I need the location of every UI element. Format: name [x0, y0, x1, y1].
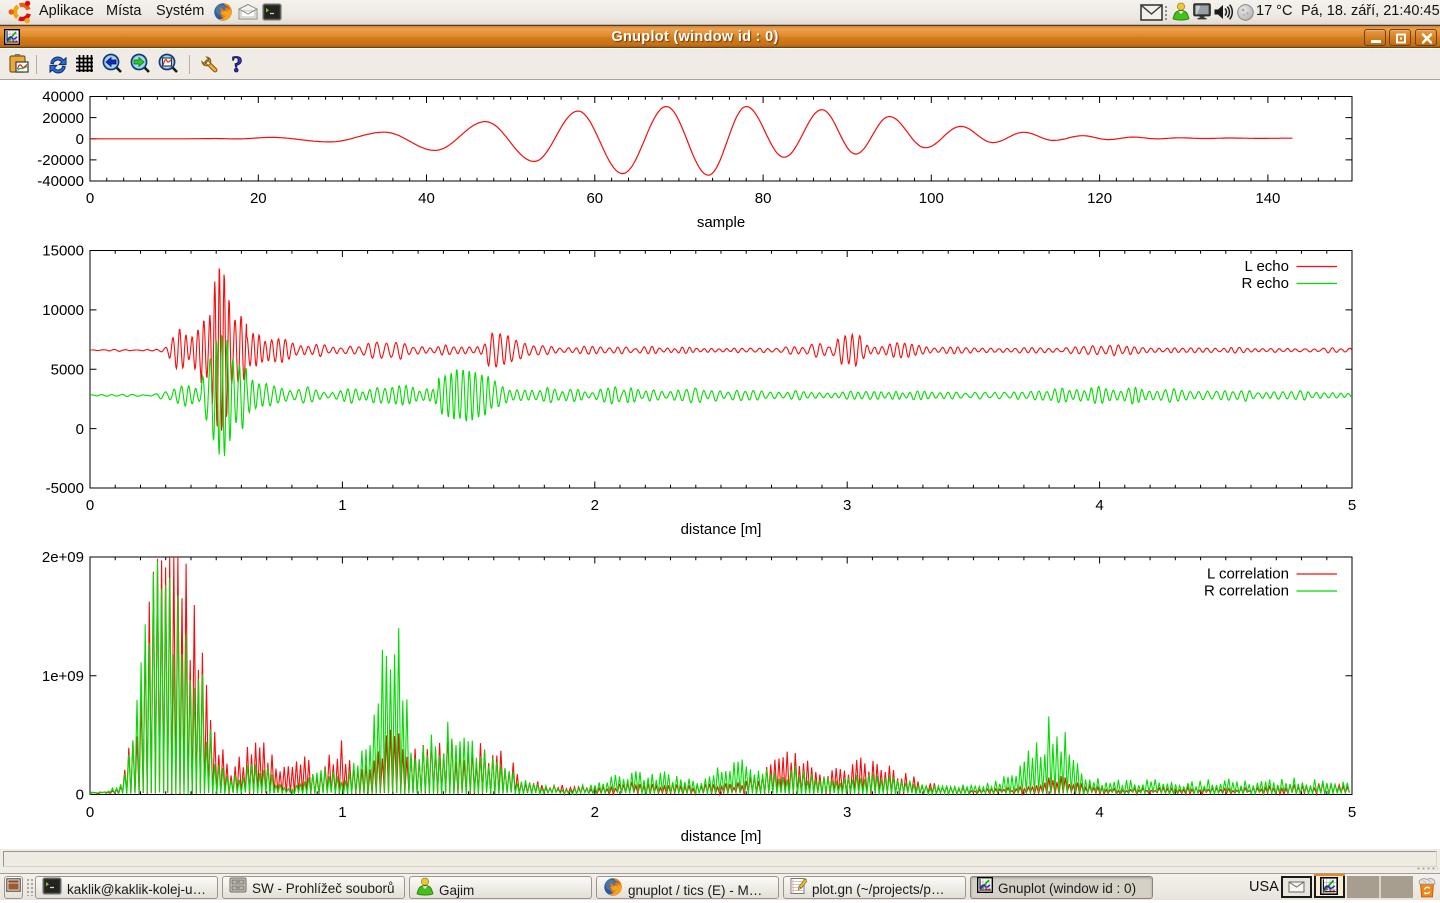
svg-text:distance [m]: distance [m]: [681, 828, 762, 845]
svg-text:80: 80: [755, 190, 772, 207]
svg-text:0: 0: [86, 497, 94, 514]
svg-text:0: 0: [86, 804, 94, 821]
svg-text:20: 20: [250, 190, 267, 207]
svg-text:L echo: L echo: [1245, 258, 1289, 275]
svg-text:2: 2: [591, 804, 599, 821]
svg-text:2e+09: 2e+09: [42, 549, 84, 566]
svg-text:20000: 20000: [42, 110, 84, 127]
svg-text:10000: 10000: [42, 302, 84, 319]
svg-text:R correlation: R correlation: [1204, 583, 1289, 600]
svg-text:-20000: -20000: [37, 152, 84, 169]
svg-text:60: 60: [586, 190, 603, 207]
svg-text:L correlation: L correlation: [1207, 566, 1289, 583]
svg-text:-40000: -40000: [37, 173, 84, 190]
svg-text:0: 0: [86, 190, 94, 207]
svg-text:-5000: -5000: [46, 480, 84, 497]
svg-text:2: 2: [591, 497, 599, 514]
svg-text:sample: sample: [697, 214, 745, 231]
svg-text:5000: 5000: [51, 361, 84, 378]
svg-text:15000: 15000: [42, 243, 84, 260]
svg-text:1: 1: [338, 497, 346, 514]
svg-text:40000: 40000: [42, 89, 84, 106]
svg-text:4: 4: [1095, 804, 1103, 821]
svg-text:0: 0: [76, 421, 84, 438]
svg-text:0: 0: [76, 131, 84, 148]
svg-text:?: ?: [231, 54, 243, 76]
svg-text:distance [m]: distance [m]: [681, 521, 762, 538]
svg-text:5: 5: [1348, 497, 1356, 514]
svg-text:1e+09: 1e+09: [42, 668, 84, 685]
svg-text:120: 120: [1087, 190, 1112, 207]
svg-text:3: 3: [843, 497, 851, 514]
svg-text:100: 100: [919, 190, 944, 207]
svg-text:4: 4: [1095, 497, 1103, 514]
svg-text:1: 1: [338, 804, 346, 821]
svg-text:3: 3: [843, 804, 851, 821]
svg-text:0: 0: [76, 787, 84, 804]
svg-text:140: 140: [1255, 190, 1280, 207]
svg-text:5: 5: [1348, 804, 1356, 821]
svg-text:R echo: R echo: [1241, 275, 1289, 292]
svg-text:40: 40: [418, 190, 435, 207]
